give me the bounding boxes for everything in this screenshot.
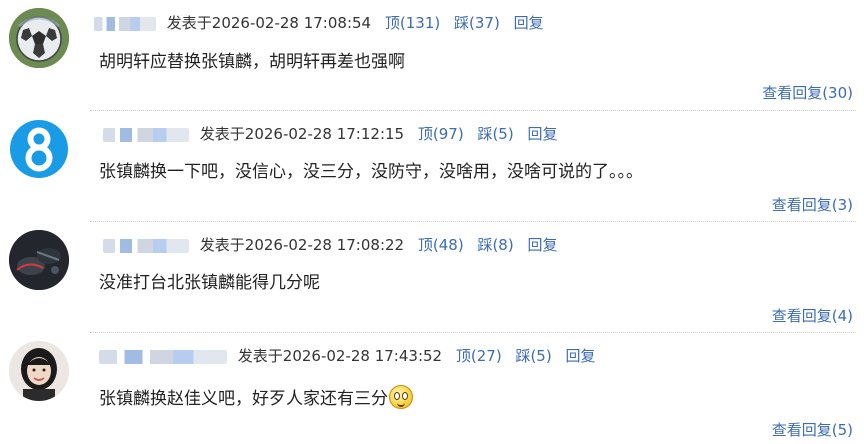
downvote-button[interactable]: 踩(5) — [477, 125, 513, 143]
comment-text: 张镇麟换赵佳义吧，好歹人家还有三分 — [99, 385, 413, 411]
avatar[interactable] — [9, 230, 69, 290]
published-time: 发表于2026-02-28 17:12:15 — [199, 125, 405, 143]
view-replies-link[interactable]: 查看回复(3) — [772, 195, 853, 215]
comment-meta: 发表于2026-02-28 17:12:15 顶(97) 踩(5) 回复 — [103, 123, 558, 145]
comment-meta: 发表于2026-02-28 17:43:52 顶(27) 踩(5) 回复 — [99, 345, 596, 367]
avatar[interactable] — [9, 8, 69, 68]
comment-text: 张镇麟换一下吧，没信心，没三分，没防守，没啥用，没啥可说的了。。。 — [99, 162, 643, 182]
downvote-button[interactable]: 踩(5) — [515, 347, 551, 365]
smiley-face-icon — [389, 385, 413, 409]
view-replies-link[interactable]: 查看回复(4) — [772, 306, 853, 326]
published-time: 发表于2026-02-28 17:08:54 — [166, 14, 372, 32]
comment-item: 发表于2026-02-28 17:08:54 顶(131) 踩(37) 回复 胡… — [0, 0, 864, 111]
reply-button[interactable]: 回复 — [527, 125, 557, 143]
comment-text: 胡明轩应替换张镇麟，胡明轩再差也强啊 — [99, 52, 405, 72]
comment-meta: 发表于2026-02-28 17:08:54 顶(131) 踩(37) 回复 — [94, 12, 544, 34]
published-time: 发表于2026-02-28 17:08:22 — [199, 236, 405, 254]
reply-button[interactable]: 回复 — [514, 14, 544, 32]
upvote-button[interactable]: 顶(97) — [418, 125, 464, 143]
dark-photo-icon — [9, 230, 69, 290]
upvote-button[interactable]: 顶(27) — [456, 347, 502, 365]
avatar[interactable] — [9, 341, 69, 401]
reply-button[interactable]: 回复 — [565, 347, 595, 365]
upvote-button[interactable]: 顶(48) — [418, 236, 464, 254]
comment-item: 发表于2026-02-28 17:08:22 顶(48) 踩(8) 回复 没准打… — [0, 222, 864, 333]
avatar[interactable] — [9, 119, 69, 179]
published-time: 发表于2026-02-28 17:43:52 — [237, 347, 443, 365]
comment-item: 发表于2026-02-28 17:43:52 顶(27) 踩(5) 回复 张镇麟… — [0, 333, 864, 444]
comment-item: 发表于2026-02-28 17:12:15 顶(97) 踩(5) 回复 张镇麟… — [0, 111, 864, 222]
username-redacted[interactable] — [99, 349, 227, 364]
comment-text: 没准打台北张镇麟能得几分呢 — [99, 273, 320, 293]
number-eight-icon — [10, 120, 68, 178]
comment-text-content: 张镇麟换赵佳义吧，好歹人家还有三分 — [99, 389, 388, 409]
username-redacted[interactable] — [103, 127, 189, 142]
view-replies-link[interactable]: 查看回复(5) — [772, 420, 853, 440]
username-redacted[interactable] — [103, 238, 189, 253]
reply-button[interactable]: 回复 — [527, 236, 557, 254]
portrait-photo-icon — [9, 341, 69, 401]
comment-meta: 发表于2026-02-28 17:08:22 顶(48) 踩(8) 回复 — [103, 234, 558, 256]
upvote-button[interactable]: 顶(131) — [385, 14, 440, 32]
downvote-button[interactable]: 踩(8) — [477, 236, 513, 254]
view-replies-link[interactable]: 查看回复(30) — [762, 83, 853, 103]
downvote-button[interactable]: 踩(37) — [454, 14, 500, 32]
username-redacted[interactable] — [94, 16, 156, 31]
soccer-ball-icon — [9, 8, 69, 68]
